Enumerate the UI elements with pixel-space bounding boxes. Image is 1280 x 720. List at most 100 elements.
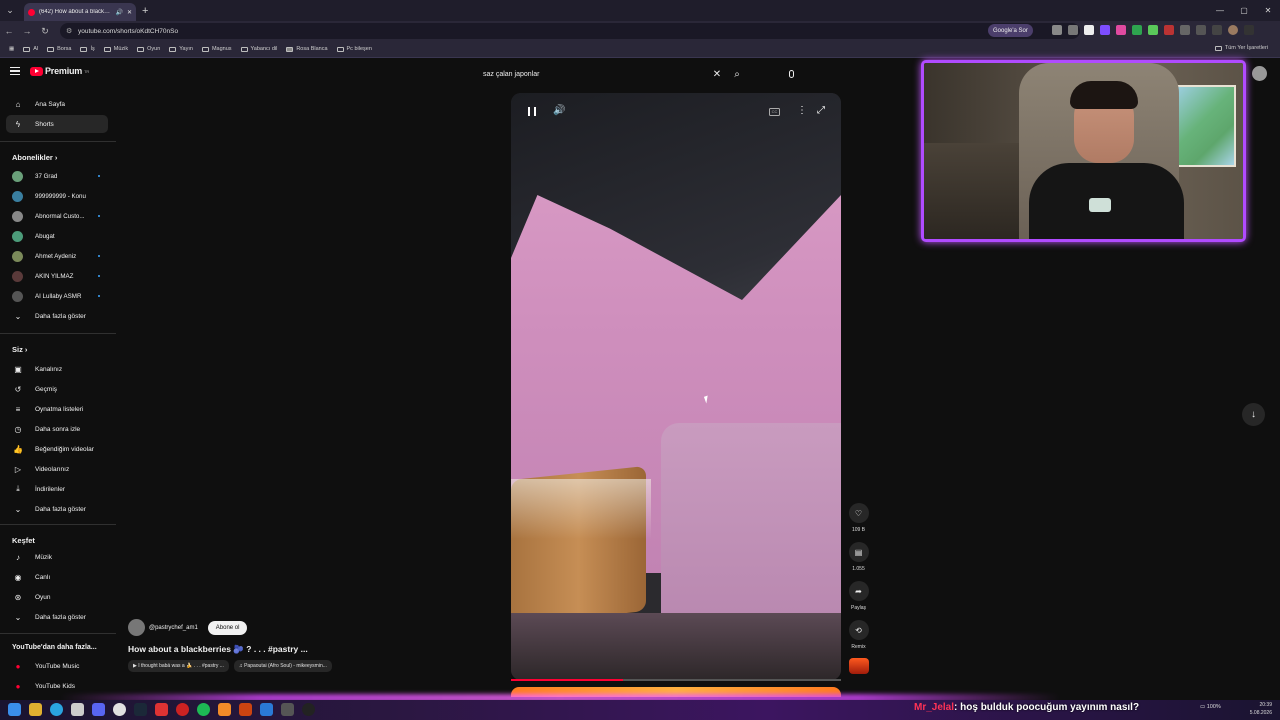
bookmark-folder[interactable]: Pc bileşen xyxy=(336,46,372,52)
account-avatar[interactable] xyxy=(1252,66,1267,81)
app-icon[interactable] xyxy=(155,703,168,716)
show-more-explore[interactable]: ⌄ Daha fazla göster xyxy=(6,608,108,626)
extension-icon[interactable] xyxy=(1100,25,1110,35)
bookmark-folder[interactable]: Magnus xyxy=(201,46,232,52)
tab-search-icon[interactable]: ⌄ xyxy=(0,0,20,21)
extension-icon[interactable] xyxy=(1084,25,1094,35)
new-tab-button[interactable]: + xyxy=(142,5,148,17)
vscode-icon[interactable] xyxy=(260,703,273,716)
bookmark-folder[interactable]: Müzik xyxy=(103,46,128,52)
bookmark-folder[interactable]: İş xyxy=(80,46,95,52)
channel-avatar[interactable] xyxy=(128,619,145,636)
sidebar-item-gaming[interactable]: ⊛ Oyun xyxy=(6,588,108,606)
extension-icon[interactable] xyxy=(1116,25,1126,35)
short-title[interactable]: How about a blackberries 🫐 ? . . . #past… xyxy=(128,644,308,655)
share-icon[interactable]: ➦ xyxy=(848,581,869,601)
edge-icon[interactable] xyxy=(50,703,63,716)
forward-icon[interactable]: → xyxy=(18,26,36,36)
like-heart-icon[interactable]: ♡ xyxy=(848,503,869,523)
store-icon[interactable] xyxy=(71,703,84,716)
subscription-item[interactable]: 999999999 - Konu xyxy=(6,187,108,205)
sidebar-item-your-videos[interactable]: ▷ Videolarınız xyxy=(6,460,108,478)
bookmark-folder[interactable]: Yabancı dil xyxy=(240,46,277,52)
video-progress-bar[interactable] xyxy=(511,679,841,681)
bookmark-folder[interactable]: Al xyxy=(23,46,38,52)
bookmark-folder[interactable]: Oyun xyxy=(137,46,160,52)
steam-icon[interactable] xyxy=(134,703,147,716)
start-icon[interactable] xyxy=(8,703,21,716)
battery-indicator[interactable]: ▭ 100% xyxy=(1200,704,1221,710)
search-icon[interactable]: ⌕ xyxy=(727,69,747,80)
subscribe-button[interactable]: Abone ol xyxy=(207,620,248,635)
channel-handle[interactable]: @pastrychef_am1 xyxy=(149,625,198,631)
reload-icon[interactable]: ↻ xyxy=(36,26,54,37)
apps-grid-icon[interactable]: ▦ xyxy=(9,46,14,52)
related-video-chip[interactable]: ▶ I thought babá was a 🍌 . . . #pastry .… xyxy=(128,660,229,672)
extension-icon[interactable] xyxy=(1132,25,1142,35)
pause-icon[interactable] xyxy=(528,107,536,116)
fullscreen-icon[interactable]: ⤢ xyxy=(817,105,825,116)
subscriptions-heading[interactable]: Abonelikler › xyxy=(12,153,57,162)
menu-hamburger-icon[interactable] xyxy=(10,67,20,75)
sidebar-item-playlists[interactable]: ≡ Oynatma listeleri xyxy=(6,400,108,418)
remix-icon[interactable]: ⟲ xyxy=(848,620,869,640)
search-box[interactable]: saz çalan japonlar ✕ ⌕ xyxy=(476,64,747,84)
show-more-you[interactable]: ⌄ Daha fazla göster xyxy=(6,500,108,518)
sidebar-item-history[interactable]: ↺ Geçmiş xyxy=(6,380,108,398)
subscription-item[interactable]: Abugat xyxy=(6,227,108,245)
address-bar[interactable]: ⚙ youtube.com/shorts/oKdtCH70nSo xyxy=(60,23,1080,39)
sidebar-item-liked[interactable]: 👍 Beğendiğim videolar xyxy=(6,440,108,458)
sidebar-item-shorts[interactable]: ϟ Shorts xyxy=(6,115,108,133)
more-options-icon[interactable]: ⋮ xyxy=(797,105,807,116)
all-bookmarks[interactable]: Tüm Yer İşaretleri xyxy=(1214,45,1268,51)
extensions-puzzle-icon[interactable] xyxy=(1196,25,1206,35)
show-more-subscriptions[interactable]: ⌄ Daha fazla göster xyxy=(6,307,108,325)
clear-search-icon[interactable]: ✕ xyxy=(707,69,727,80)
obs-icon[interactable] xyxy=(302,703,315,716)
subscription-item[interactable]: Ahmet Aydeniz xyxy=(6,247,108,265)
share-action[interactable]: ➦ Paylaş xyxy=(847,581,870,611)
extension-icon[interactable] xyxy=(1164,25,1174,35)
sidebar-item-music[interactable]: ♪ Müzik xyxy=(6,548,108,566)
youtube-logo[interactable]: Premium TR xyxy=(30,66,89,76)
app-icon[interactable] xyxy=(218,703,231,716)
like-action[interactable]: ♡ 109 B xyxy=(847,503,870,533)
sidebar-item-your-channel[interactable]: ▣ Kanalınız xyxy=(6,360,108,378)
app-icon[interactable] xyxy=(239,703,252,716)
bookmark-folder[interactable]: Yayın xyxy=(169,46,193,52)
bookmark-link[interactable]: Rosa Blanca xyxy=(286,46,328,52)
menu-dots-icon[interactable] xyxy=(1244,25,1254,35)
google-ask-button[interactable]: Google'a Sor xyxy=(988,24,1033,37)
shorts-player[interactable]: 🔊 CC ⋮ ⤢ xyxy=(511,93,841,680)
browser-tab[interactable]: (642) How about a blackb... 🔊 ✕ xyxy=(24,3,136,21)
sidebar-item-downloads[interactable]: ⤓ İndirilenler xyxy=(6,480,108,498)
chrome-icon[interactable] xyxy=(113,703,126,716)
subscription-item[interactable]: AKIN YILMAZ xyxy=(6,267,108,285)
back-icon[interactable]: ← xyxy=(0,26,18,36)
comment-icon[interactable]: ▤ xyxy=(848,542,869,562)
split-view-icon[interactable] xyxy=(1212,25,1222,35)
remix-action[interactable]: ⟲ Remix xyxy=(847,620,870,650)
sidebar-item-live[interactable]: ◉ Canlı xyxy=(6,568,108,586)
explorer-icon[interactable] xyxy=(29,703,42,716)
sound-thumbnail[interactable] xyxy=(847,658,870,674)
next-short-button[interactable]: ↓ xyxy=(1242,403,1265,426)
maximize-icon[interactable]: ▢ xyxy=(1232,6,1256,15)
subscription-item[interactable]: Abnormal Custo... xyxy=(6,207,108,225)
subscription-item[interactable]: AI Lullaby ASMR xyxy=(6,287,108,305)
sidebar-item-watch-later[interactable]: ◷ Daha sonra izle xyxy=(6,420,108,438)
opera-icon[interactable] xyxy=(176,703,189,716)
sidebar-item-youtube-kids[interactable]: ● YouTube Kids xyxy=(6,677,108,695)
site-info-icon[interactable]: ⚙ xyxy=(66,27,72,35)
system-clock[interactable]: 20:39 5.08.2026 xyxy=(1250,701,1272,717)
volume-icon[interactable]: 🔊 xyxy=(553,105,565,116)
discord-icon[interactable] xyxy=(92,703,105,716)
minimize-icon[interactable]: — xyxy=(1208,6,1232,15)
sidebar-item-youtube-music[interactable]: ● YouTube Music xyxy=(6,657,108,675)
spotify-icon[interactable] xyxy=(197,703,210,716)
app-icon[interactable] xyxy=(281,703,294,716)
subscription-item[interactable]: 37 Grad xyxy=(6,167,108,185)
extension-icon[interactable] xyxy=(1180,25,1190,35)
voice-search-button[interactable] xyxy=(782,66,800,82)
sidebar-item-home[interactable]: ⌂ Ana Sayfa xyxy=(6,95,108,113)
